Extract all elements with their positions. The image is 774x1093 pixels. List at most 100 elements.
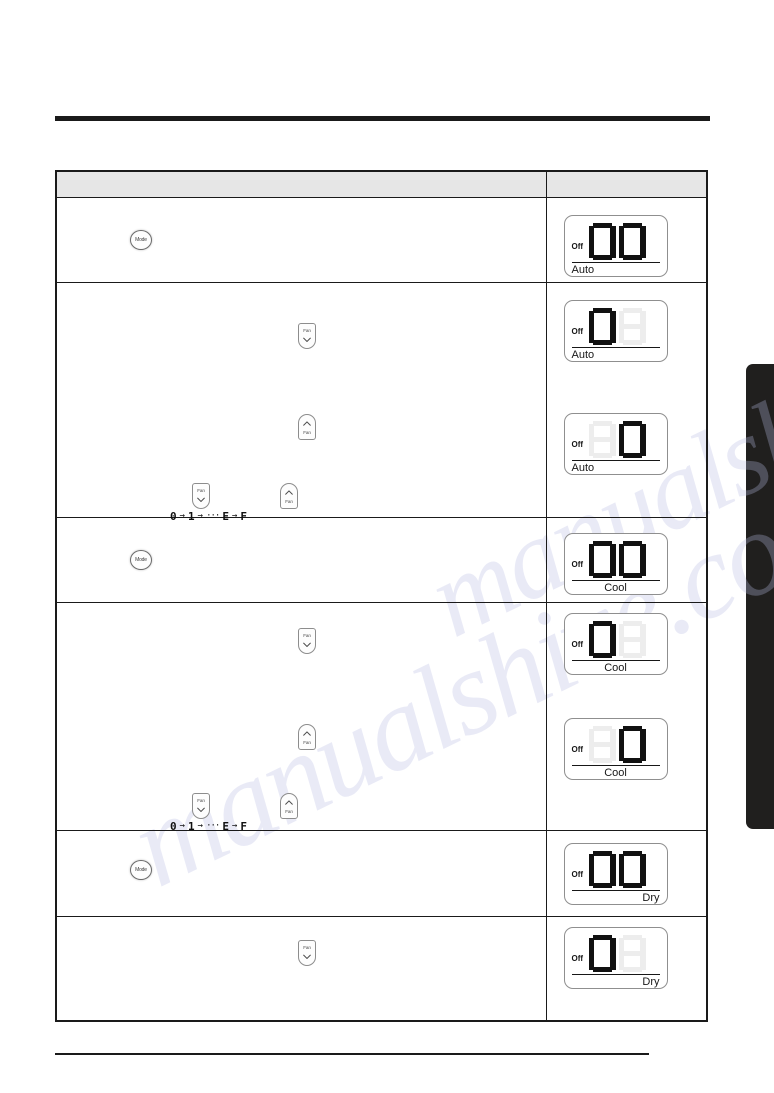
lcd-digit-group (588, 307, 646, 346)
chevron-down-icon (197, 497, 206, 502)
lcd-off-label: Off (571, 241, 584, 251)
row-auto-mode-display: Off Auto (545, 196, 708, 283)
lcd-mode-label: Cool (604, 766, 627, 779)
row-cool-fan-steps: Fan Fan Fan Fan 0 → 1 → ··· E → F (55, 601, 547, 833)
lcd-digit-group (588, 222, 646, 261)
table-row: Fan Fan Fan (55, 281, 708, 523)
seven-segment-digit-off (618, 620, 646, 659)
lcd-display: Off Auto (563, 299, 668, 362)
lcd-off-label: Off (571, 559, 584, 569)
fan-down-button[interactable]: Fan (298, 939, 316, 966)
lcd-digit-group (588, 725, 646, 764)
lcd-off-label: Off (571, 744, 584, 754)
table-row: Mode Off Cool (55, 516, 708, 603)
seven-segment-digit (618, 222, 646, 261)
header-rule (55, 116, 710, 121)
fan-button-label: Fan (197, 797, 205, 803)
lcd-off-label: Off (571, 869, 584, 879)
mode-button-label: Mode (135, 236, 147, 243)
lcd-mode-label: Cool (604, 661, 627, 674)
seven-segment-digit (618, 725, 646, 764)
lcd-mode-label: Cool (604, 581, 627, 594)
table-row: Fan Off Dry (55, 915, 708, 1022)
chevron-up-icon (303, 730, 312, 736)
mode-button-label: Mode (135, 556, 147, 563)
row-cool-mode-display: Off Cool (545, 516, 708, 603)
row-auto-fan-steps: Fan Fan Fan Fan 0 → 1 → ··· E → F (55, 281, 547, 523)
fan-button-label: Fan (303, 739, 311, 745)
table-header-row (55, 170, 708, 198)
lcd-display: Off Cool (563, 532, 668, 595)
fan-button-label: Fan (197, 487, 205, 493)
table-row: Fan Fan Fan (55, 601, 708, 833)
lcd-off-label: Off (571, 439, 584, 449)
chevron-up-icon (285, 799, 294, 805)
lcd-off-label: Off (571, 326, 584, 336)
lcd-mode-label: Auto (571, 461, 595, 474)
lcd-digit-group (588, 540, 646, 579)
seven-segment-digit-off (588, 725, 616, 764)
lcd-display: Off Auto (563, 214, 668, 277)
row-cool-fan-displays: Off Cool Off Cool (545, 601, 708, 831)
lcd-mode-label: Auto (571, 348, 595, 361)
mode-button[interactable]: Mode (130, 229, 152, 250)
procedure-table: Mode Off Auto Fan Fan Fan Fan 0 → 1 → ··… (55, 170, 708, 1022)
fan-up-button-seq[interactable]: Fan (280, 482, 298, 509)
header-cell-display (545, 170, 708, 198)
chevron-down-icon (303, 954, 312, 959)
lcd-digit-group (588, 850, 646, 889)
mode-button[interactable]: Mode (130, 549, 152, 570)
fan-down-button[interactable]: Fan (298, 322, 316, 349)
seven-segment-digit-off (588, 420, 616, 459)
fan-button-label: Fan (303, 944, 311, 950)
page-side-tab (746, 364, 774, 829)
row-cool-mode-steps: Mode (55, 516, 547, 603)
chevron-down-icon (303, 337, 312, 342)
lcd-mode-label: Auto (571, 263, 595, 276)
header-cell-steps (55, 170, 547, 198)
lcd-mode-label: Dry (642, 891, 660, 904)
row-auto-mode-steps: Mode (55, 196, 547, 283)
lcd-display: Off Cool (563, 612, 668, 675)
seven-segment-digit (618, 540, 646, 579)
mode-button-label: Mode (135, 866, 147, 873)
row-dry-fan-steps: Fan (55, 915, 547, 1022)
lcd-display: Off Auto (563, 412, 668, 475)
fan-down-button-seq[interactable]: Fan (192, 482, 210, 509)
chevron-down-icon (197, 807, 206, 812)
mode-button[interactable]: Mode (130, 859, 152, 880)
lcd-digit-group (588, 620, 646, 659)
lcd-display: Off Dry (563, 926, 668, 989)
fan-button-label: Fan (303, 632, 311, 638)
fan-button-label: Fan (285, 808, 293, 814)
fan-down-button[interactable]: Fan (298, 627, 316, 654)
row-auto-fan-displays: Off Auto Off Auto (545, 281, 708, 518)
lcd-digit-group (588, 934, 646, 973)
lcd-mode-label: Dry (642, 975, 660, 988)
lcd-display: Off Cool (563, 717, 668, 780)
fan-button-label: Fan (303, 429, 311, 435)
lcd-off-label: Off (571, 953, 584, 963)
seven-segment-digit (588, 620, 616, 659)
chevron-up-icon (303, 420, 312, 426)
lcd-display: Off Dry (563, 842, 668, 905)
seven-segment-digit-off (618, 307, 646, 346)
fan-button-label: Fan (285, 498, 293, 504)
seven-segment-digit-off (618, 934, 646, 973)
row-dry-mode-display: Off Dry (545, 829, 708, 917)
table-row: Mode Off Dry (55, 829, 708, 917)
fan-up-button[interactable]: Fan (298, 723, 316, 750)
fan-up-button-seq[interactable]: Fan (280, 792, 298, 819)
table-row: Mode Off Auto (55, 196, 708, 283)
seven-segment-digit (588, 540, 616, 579)
seven-segment-digit (588, 850, 616, 889)
seven-segment-digit (618, 850, 646, 889)
fan-down-button-seq[interactable]: Fan (192, 792, 210, 819)
manual-page: manualshive.com manualshive.com Mode Off… (0, 0, 774, 1093)
fan-up-button[interactable]: Fan (298, 413, 316, 440)
footer-rule (55, 1053, 649, 1055)
row-dry-mode-steps: Mode (55, 829, 547, 917)
seven-segment-digit (588, 222, 616, 261)
seven-segment-digit (588, 307, 616, 346)
fan-button-label: Fan (303, 327, 311, 333)
